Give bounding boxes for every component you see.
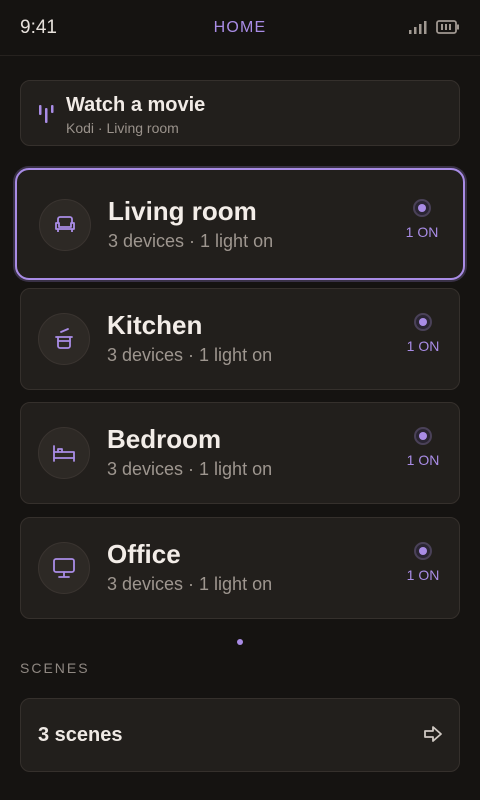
room-icon-wrapper — [38, 313, 90, 365]
room-status: 1 ON — [403, 542, 443, 583]
signal-icon — [409, 21, 427, 34]
room-card-living-room[interactable]: Living room 3 devices · 1 light on 1 ON — [15, 168, 465, 280]
room-name: Living room — [108, 196, 257, 226]
room-subtitle: 3 devices · 1 light on — [107, 574, 273, 594]
bed-icon — [53, 445, 75, 462]
on-count: 1 ON — [406, 567, 440, 583]
scenes-count: 3 scenes — [38, 724, 123, 746]
activity-card[interactable]: Watch a movie Kodi · Living room — [20, 80, 460, 146]
cooking-pot-icon — [55, 328, 73, 349]
room-name: Kitchen — [107, 310, 203, 340]
room-card-bedroom[interactable]: Bedroom 3 devices · 1 light on 1 ON — [20, 402, 460, 504]
room-card-kitchen[interactable]: Kitchen 3 devices · 1 light on 1 ON — [20, 288, 460, 390]
room-name: Office — [107, 539, 181, 569]
room-card-office[interactable]: Office 3 devices · 1 light on 1 ON — [20, 517, 460, 619]
activity-title: Watch a movie — [66, 94, 206, 116]
room-status: 1 ON — [403, 313, 443, 354]
room-icon-wrapper — [38, 427, 90, 479]
status-indicator-icon — [414, 427, 432, 445]
room-subtitle: 3 devices · 1 light on — [107, 459, 273, 479]
activity-subtitle: Kodi · Living room — [66, 120, 179, 136]
status-indicator-icon — [414, 313, 432, 331]
sofa-icon — [55, 216, 75, 232]
room-icon-wrapper — [38, 542, 90, 594]
room-subtitle: 3 devices · 1 light on — [108, 231, 274, 251]
room-status: 1 ON — [403, 427, 443, 468]
page-indicator — [237, 639, 243, 645]
room-name: Bedroom — [107, 424, 222, 454]
room-icon-wrapper — [39, 199, 91, 251]
arrow-right-icon — [424, 726, 442, 742]
scenes-section-label: SCENES — [20, 660, 90, 676]
equalizer-icon — [39, 105, 54, 123]
on-count: 1 ON — [405, 224, 439, 240]
room-subtitle: 3 devices · 1 light on — [107, 345, 273, 365]
on-count: 1 ON — [406, 338, 440, 354]
status-bar: 9:41 HOME — [0, 0, 480, 56]
room-status: 1 ON — [402, 199, 442, 240]
on-count: 1 ON — [406, 452, 440, 468]
status-icons — [408, 19, 460, 35]
scenes-card[interactable]: 3 scenes — [20, 698, 460, 772]
monitor-icon — [53, 558, 75, 578]
battery-icon — [436, 20, 459, 34]
status-indicator-icon — [414, 542, 432, 560]
status-indicator-icon — [413, 199, 431, 217]
